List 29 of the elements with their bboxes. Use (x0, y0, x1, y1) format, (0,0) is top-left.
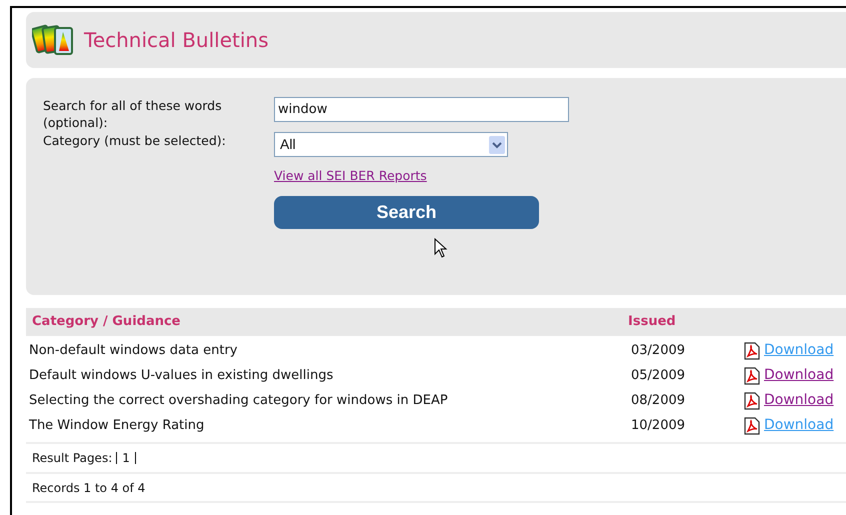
issued-date: 05/2009 (631, 366, 686, 385)
field-label: Search for all of these words (optional): (43, 97, 223, 131)
pdf-file-icon (744, 366, 760, 384)
search-button[interactable]: Search (274, 196, 539, 228)
search-words-field[interactable]: window (274, 97, 569, 122)
field-label: Category (must be selected): (43, 132, 227, 150)
page-title: Technical Bulletins (84, 27, 269, 54)
column-header: Category / Guidance (31, 313, 182, 332)
issued-date: 10/2009 (631, 416, 686, 435)
category-dropdown[interactable]: All (274, 132, 508, 157)
rating-cards-icon (32, 23, 76, 57)
records-count: Records 1 to 4 of 4 (32, 480, 146, 496)
column-header: Issued (628, 313, 676, 332)
bulletin-title: The Window Energy Rating (28, 416, 206, 435)
pdf-file-icon (744, 416, 760, 434)
reports-link[interactable]: View all SEI BER Reports (274, 168, 427, 183)
bulletin-title: Default windows U-values in existing dwellings (28, 366, 334, 385)
download-link[interactable]: Download (764, 390, 834, 411)
download-link[interactable]: Download (764, 365, 834, 386)
issued-date: 03/2009 (631, 342, 686, 360)
bulletin-title: Non-default windows data entry (28, 342, 238, 360)
mouse-cursor-icon (434, 238, 448, 259)
page-link[interactable]: 1 (116, 452, 136, 464)
bulletin-title: Selecting the correct overshading category for windows in DEAP (28, 392, 449, 410)
issued-date: 08/2009 (631, 392, 686, 410)
result-pages-label: Result Pages: (32, 450, 112, 467)
chevron-down-icon (489, 136, 505, 154)
pdf-file-icon (744, 392, 760, 410)
pdf-file-icon (744, 342, 760, 360)
